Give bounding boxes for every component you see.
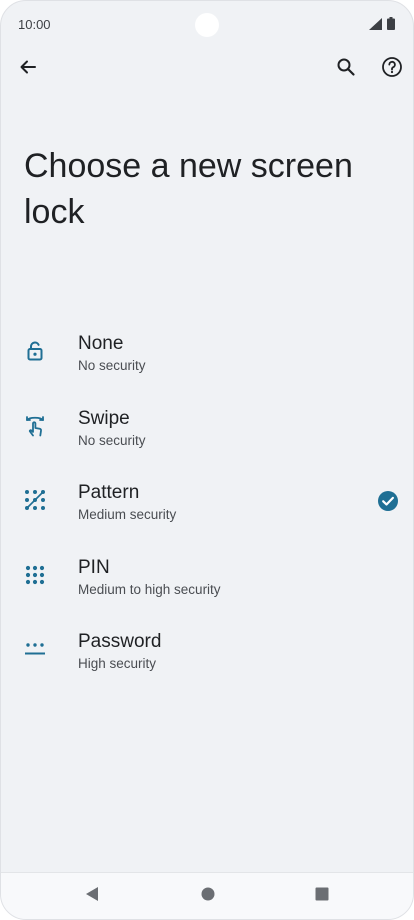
lock-option-pin[interactable]: PIN Medium to high security (1, 545, 413, 620)
status-icons (369, 17, 395, 35)
app-bar (1, 51, 413, 87)
option-label: PIN (78, 556, 110, 578)
status-time: 10:00 (18, 17, 51, 32)
selected-check-icon (377, 490, 399, 512)
system-nav-bar (1, 872, 413, 919)
option-sublabel: Medium security (78, 507, 177, 522)
help-button[interactable] (374, 51, 410, 87)
option-sublabel: Medium to high security (78, 581, 221, 597)
nav-recents-icon (315, 887, 329, 906)
option-sublabel: No security (78, 358, 146, 373)
signal-icon (369, 17, 382, 35)
nav-recents-button[interactable] (311, 885, 333, 907)
pattern-icon (23, 488, 47, 512)
padlock-open-icon (23, 339, 47, 363)
lock-options-list: None No security Swipe No security Patte… (1, 321, 413, 694)
nav-back-button[interactable] (81, 885, 103, 907)
lock-option-pattern[interactable]: Pattern Medium security (1, 470, 413, 545)
option-label: Pattern (78, 482, 140, 503)
search-button[interactable] (328, 51, 364, 87)
battery-icon (387, 17, 395, 35)
password-icon (23, 637, 47, 661)
lock-option-swipe[interactable]: Swipe No security (1, 396, 413, 471)
option-sublabel: High security (78, 656, 157, 671)
back-arrow-icon (18, 57, 38, 82)
option-sublabel: No security (78, 432, 146, 448)
nav-home-icon (201, 887, 215, 906)
pin-keypad-icon (23, 563, 47, 587)
page-title: Choose a new screen lock (24, 147, 353, 231)
swipe-icon (23, 414, 47, 438)
status-bar: 10:00 (1, 1, 413, 49)
help-icon (381, 56, 403, 83)
option-label: Password (78, 631, 162, 652)
phone-screen: 10:00 Choose a new screen lock None No s… (0, 0, 414, 920)
back-button[interactable] (10, 51, 46, 87)
option-label: Swipe (78, 407, 130, 429)
search-icon (336, 57, 356, 82)
option-label: None (78, 333, 124, 354)
camera-cutout (195, 13, 219, 37)
nav-back-icon (85, 886, 99, 907)
lock-option-none[interactable]: None No security (1, 321, 413, 396)
nav-home-button[interactable] (197, 885, 219, 907)
lock-option-password[interactable]: Password High security (1, 619, 413, 694)
